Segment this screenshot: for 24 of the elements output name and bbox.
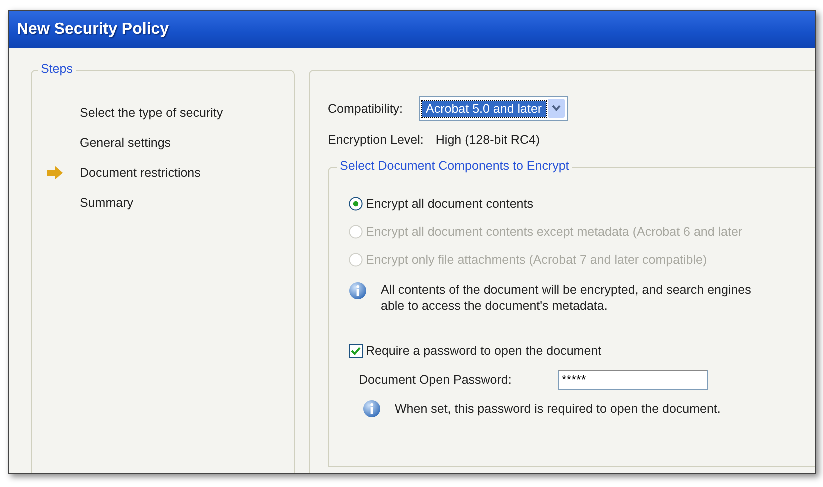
radio-label: Encrypt all document contents except metadata (Acrobat 6 and later [366, 225, 743, 239]
compatibility-dropdown[interactable]: Acrobat 5.0 and later [419, 96, 568, 121]
checkbox-label: Require a password to open the document [366, 344, 602, 358]
info-text: All contents of the document will be encrypted, and search engines able to access the document's metadata. [381, 282, 752, 314]
radio-label: Encrypt all document contents [366, 197, 534, 211]
group-title: Steps [38, 62, 76, 76]
field-label: Encryption Level: [328, 133, 424, 147]
field-label: Document Open Password: [359, 373, 512, 387]
info-icon [349, 282, 367, 300]
step-item: General settings [80, 136, 172, 150]
info-text: When set, this password is required to open the document. [395, 402, 721, 416]
step-item: Document restrictions [80, 166, 201, 180]
radio-button[interactable] [349, 197, 363, 211]
info-icon [363, 400, 381, 418]
field-label: Compatibility: [328, 102, 404, 116]
dropdown-icon [548, 99, 566, 118]
field-value: High (128-bit RC4) [436, 133, 540, 147]
group-title: Select Document Components to Encrypt [337, 159, 572, 173]
window-title: New Security Policy [17, 20, 170, 38]
step-item: Summary [80, 196, 134, 210]
step-item: Select the type of security [80, 106, 224, 120]
checkbox[interactable] [349, 344, 363, 358]
password-field[interactable]: ***** [558, 370, 708, 390]
radio-label: Encrypt only file attachments (Acrobat 7 and later compatible) [366, 253, 708, 267]
